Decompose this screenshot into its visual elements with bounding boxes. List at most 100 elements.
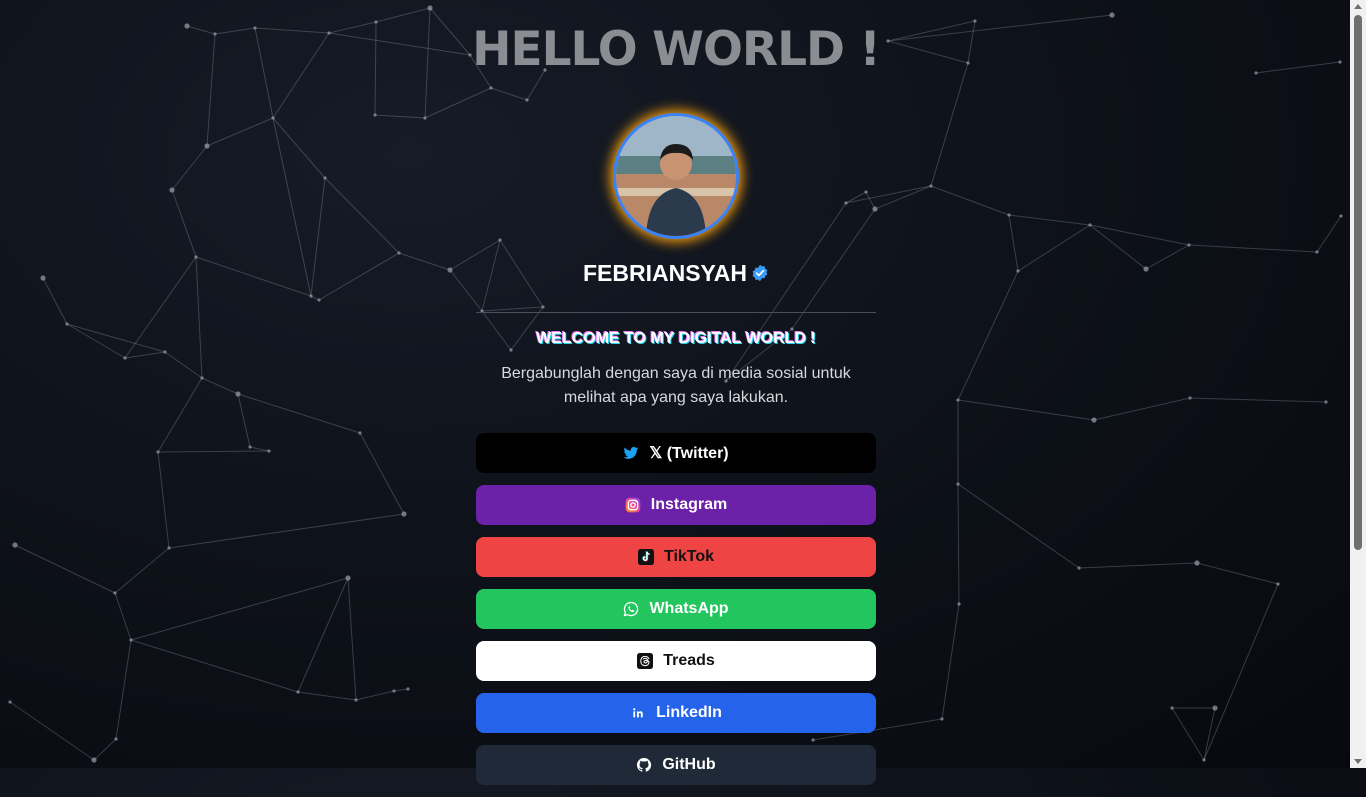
avatar-photo <box>616 116 736 236</box>
linkedin-link-label: LinkedIn <box>656 704 722 721</box>
network-line <box>130 577 349 641</box>
network-line <box>957 483 960 605</box>
network-line <box>481 306 544 312</box>
network-line <box>186 25 216 35</box>
network-node <box>204 143 210 149</box>
network-node <box>1194 560 1200 566</box>
network-node <box>235 391 241 397</box>
network-node <box>489 86 493 90</box>
network-node <box>1007 213 1011 217</box>
network-line <box>930 62 969 187</box>
network-line <box>845 185 932 204</box>
network-line <box>957 483 1080 569</box>
network-line <box>130 639 299 693</box>
network-node <box>401 511 407 517</box>
network-line <box>1145 244 1190 270</box>
network-node <box>12 542 18 548</box>
network-node <box>929 184 933 188</box>
network-line <box>1171 707 1205 761</box>
network-node <box>113 591 117 595</box>
network-node <box>309 294 313 298</box>
network-node <box>1088 223 1092 227</box>
whatsapp-link-button[interactable]: WhatsApp <box>476 589 876 629</box>
linkedin-link-button[interactable]: LinkedIn <box>476 693 876 733</box>
network-node <box>498 238 502 242</box>
network-node <box>1315 250 1319 254</box>
network-node <box>323 176 327 180</box>
network-line <box>957 399 1095 421</box>
network-line <box>328 21 377 34</box>
network-line <box>930 185 1010 216</box>
network-node <box>248 445 252 449</box>
network-line <box>374 114 426 119</box>
network-node <box>1276 582 1280 586</box>
page-title: HELLO WORLD ! <box>472 22 881 77</box>
network-node <box>167 546 171 550</box>
instagram-link-button[interactable]: Instagram <box>476 485 876 525</box>
network-line <box>1008 214 1091 226</box>
tiktok-link-button[interactable]: TikTok <box>476 537 876 577</box>
network-line <box>157 450 270 453</box>
threads-link-label: Treads <box>663 652 715 669</box>
network-node <box>525 98 529 102</box>
network-node <box>1254 71 1258 75</box>
network-line <box>42 277 68 325</box>
network-line <box>9 701 95 761</box>
network-line <box>1203 707 1216 761</box>
network-line <box>1255 61 1341 74</box>
network-node <box>1212 705 1218 711</box>
network-line <box>865 191 876 210</box>
whatsapp-icon <box>624 601 639 617</box>
threads-link-button[interactable]: Treads <box>476 641 876 681</box>
network-line <box>1089 224 1190 246</box>
scroll-up-arrow-icon[interactable] <box>1354 4 1362 9</box>
network-line <box>297 577 349 693</box>
network-node <box>509 348 513 352</box>
network-node <box>200 376 204 380</box>
network-node <box>213 32 217 36</box>
instagram-icon <box>625 497 641 513</box>
network-line <box>254 27 274 119</box>
network-node <box>345 575 351 581</box>
network-line <box>375 7 431 23</box>
github-link-label: GitHub <box>662 756 716 773</box>
network-line <box>157 451 170 549</box>
network-node <box>40 275 46 281</box>
instagram-link-label: Instagram <box>650 496 728 513</box>
network-line <box>347 577 357 701</box>
network-node <box>864 190 868 194</box>
network-line <box>1017 224 1091 272</box>
network-node <box>114 737 118 741</box>
network-line <box>272 117 312 297</box>
network-line <box>1196 562 1279 585</box>
network-line <box>201 377 239 395</box>
network-node <box>1187 243 1191 247</box>
network-line <box>1078 562 1198 569</box>
network-node <box>1016 269 1020 273</box>
network-node <box>1338 60 1342 64</box>
network-line <box>1089 224 1147 270</box>
network-node <box>397 251 401 255</box>
network-node <box>1339 214 1343 218</box>
welcome-heading: WELCOME TO MY DIGITAL WORLD ! <box>536 330 816 347</box>
network-line <box>114 592 132 641</box>
network-line <box>214 27 256 35</box>
page-scrollbar[interactable] <box>1350 0 1366 768</box>
network-node <box>427 5 433 11</box>
github-link-button[interactable]: GitHub <box>476 745 876 785</box>
network-line <box>14 544 116 594</box>
network-node <box>956 482 960 486</box>
network-node <box>163 350 167 354</box>
scroll-down-arrow-icon[interactable] <box>1354 759 1362 764</box>
network-node <box>406 687 410 691</box>
network-node <box>1170 706 1174 710</box>
network-node <box>1202 758 1206 762</box>
twitter-link-button[interactable]: 𝕏 (Twitter) <box>476 433 876 473</box>
social-links-list: 𝕏 (Twitter) Instagram TikTok WhatsApp Tr… <box>476 433 876 797</box>
network-node <box>317 298 321 302</box>
network-line <box>171 189 197 258</box>
network-node <box>358 431 362 435</box>
scrollbar-thumb[interactable] <box>1354 15 1362 550</box>
network-node <box>327 31 331 35</box>
network-line <box>206 33 216 147</box>
